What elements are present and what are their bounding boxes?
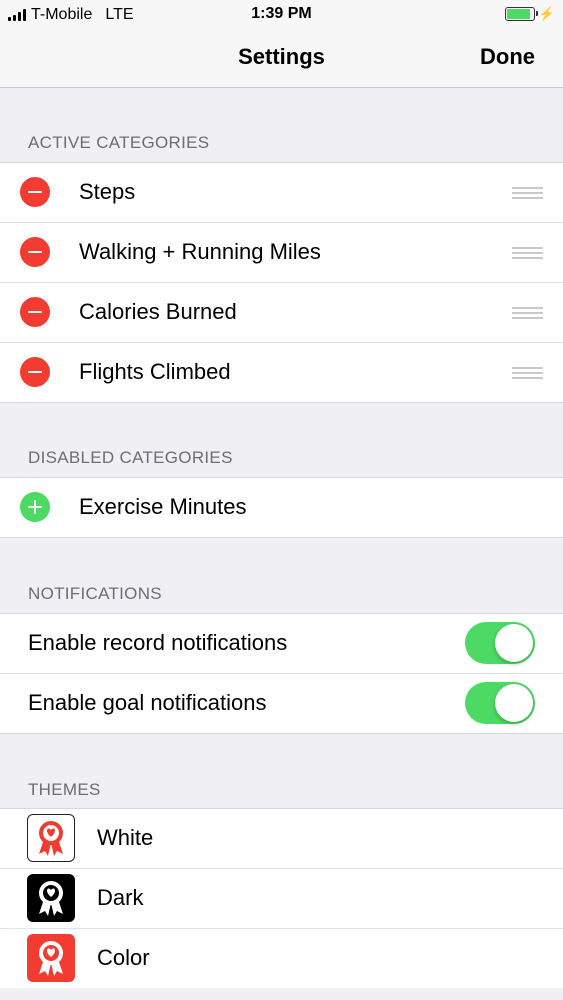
reorder-handle-icon[interactable] (512, 307, 543, 319)
battery-level (506, 9, 530, 19)
remove-category-button[interactable] (20, 237, 50, 267)
category-label: Flights Climbed (79, 359, 231, 384)
minus-icon (28, 310, 42, 314)
notification-row: Enable record notifications (0, 614, 563, 674)
themes-list: White Dark Color (0, 808, 563, 988)
disabled-categories-list: Exercise Minutes (0, 477, 563, 538)
goal-notifications-toggle[interactable] (465, 682, 535, 724)
reorder-handle-icon[interactable] (512, 187, 543, 199)
ribbon-award-icon (27, 874, 75, 922)
minus-icon (28, 370, 42, 374)
theme-label: Dark (97, 885, 144, 910)
active-category-row: Steps (0, 163, 563, 223)
notifications-header: NOTIFICATIONS (28, 584, 162, 603)
done-button[interactable]: Done (480, 44, 535, 70)
disabled-category-row: Exercise Minutes (0, 478, 563, 537)
themes-header: THEMES (28, 780, 101, 799)
ribbon-award-icon (27, 814, 75, 862)
active-category-row: Calories Burned (0, 283, 563, 343)
reorder-handle-icon[interactable] (512, 367, 543, 379)
reorder-handle-icon[interactable] (512, 247, 543, 259)
battery-icon (504, 7, 538, 21)
record-notifications-toggle[interactable] (465, 622, 535, 664)
status-bar-right: ⚡ (504, 6, 555, 22)
disabled-categories-header: DISABLED CATEGORIES (28, 448, 233, 467)
goal-notifications-label: Enable goal notifications (28, 690, 267, 715)
minus-icon (28, 190, 42, 194)
remove-category-button[interactable] (20, 177, 50, 207)
toggle-knob (495, 624, 533, 662)
active-category-row: Flights Climbed (0, 343, 563, 402)
theme-row[interactable]: Dark (0, 869, 563, 929)
category-label: Exercise Minutes (79, 494, 247, 519)
charging-bolt-icon: ⚡ (538, 6, 555, 21)
toggle-knob (495, 684, 533, 722)
remove-category-button[interactable] (20, 297, 50, 327)
remove-category-button[interactable] (20, 357, 50, 387)
plus-icon (28, 500, 42, 514)
theme-label: White (97, 825, 154, 850)
category-label: Walking + Running Miles (79, 239, 321, 264)
theme-label: Color (97, 945, 150, 970)
ribbon-award-icon (27, 934, 75, 982)
navigation-bar: Settings Done (0, 30, 563, 88)
notifications-list: Enable record notifications Enable goal … (0, 613, 563, 734)
theme-row[interactable]: Color (0, 929, 563, 988)
active-category-row: Walking + Running Miles (0, 223, 563, 283)
page-title: Settings (238, 44, 325, 69)
active-categories-list: Steps Walking + Running Miles Calories B… (0, 162, 563, 403)
add-category-button[interactable] (20, 492, 50, 522)
status-time: 1:39 PM (251, 5, 312, 22)
notification-row: Enable goal notifications (0, 674, 563, 733)
category-label: Steps (79, 179, 136, 204)
active-categories-header: ACTIVE CATEGORIES (28, 133, 210, 152)
record-notifications-label: Enable record notifications (28, 630, 288, 655)
minus-icon (28, 250, 42, 254)
status-bar: T-Mobile LTE 1:39 PM ⚡ (0, 0, 563, 30)
theme-row[interactable]: White (0, 809, 563, 869)
category-label: Calories Burned (79, 299, 237, 324)
